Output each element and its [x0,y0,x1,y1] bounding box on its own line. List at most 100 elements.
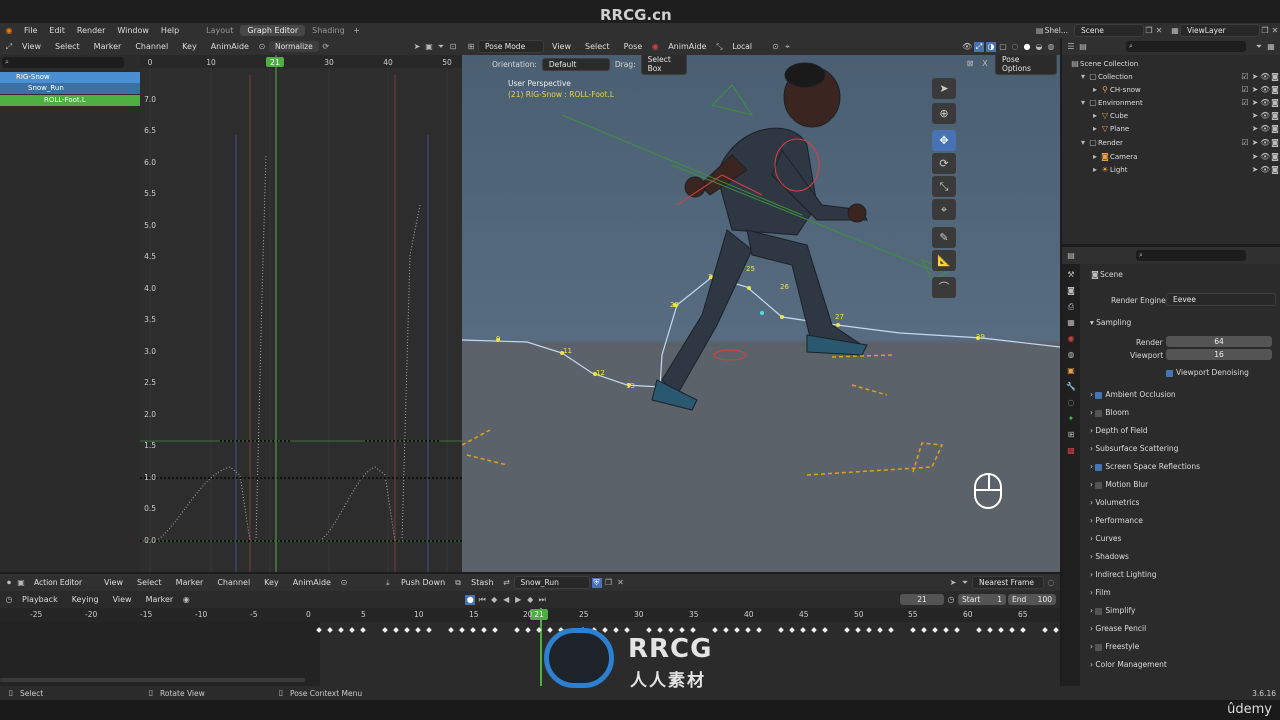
transform-orientation-selector[interactable]: Local [726,41,769,52]
view-layer-selector[interactable]: ViewLayer [1180,24,1260,37]
solid-shading-icon[interactable]: ● [1022,42,1032,52]
pose-tool[interactable]: ⌒ [932,277,956,298]
rendered-shading-icon[interactable]: ◍ [1046,42,1056,52]
keyframe[interactable] [1042,627,1048,633]
keyframe[interactable] [382,627,388,633]
play-icon[interactable]: ▶ [513,595,523,605]
dopesheet-icon[interactable]: ⏺ [4,578,14,588]
checkbox-icon[interactable]: ☑ [1240,72,1250,82]
render-samples-field[interactable]: 64 [1166,336,1272,347]
tab-graph-editor[interactable]: Graph Editor [240,25,306,36]
display-mode-icon[interactable]: ▤ [1078,42,1088,52]
stash-button[interactable]: Stash [465,578,499,587]
graph-key-menu[interactable]: Key [176,42,203,51]
new-view-layer-icon[interactable]: ❐ [1260,26,1270,36]
keyframe[interactable] [888,627,894,633]
keyframe[interactable] [393,627,399,633]
expand-icon[interactable]: ▸ [1090,152,1100,162]
rotate-tool[interactable]: ⟳ [932,153,956,174]
depth-of-field-panel[interactable]: › Depth of Field [1090,426,1148,435]
graph-view-menu[interactable]: View [16,42,47,51]
keyframe[interactable] [987,627,993,633]
keyframe[interactable] [954,627,960,633]
normalize-toggle[interactable]: Normalize [268,41,319,52]
keyframe[interactable] [470,627,476,633]
expand-icon[interactable]: ▸ [1090,124,1100,134]
timeline-area[interactable]: 21 -25 -20 -15 -10 -5 0 5 10 15 20 25 30… [0,608,1060,686]
grease-pencil-panel[interactable]: › Grease Pencil [1090,624,1146,633]
eye-icon[interactable]: 👁 [1260,85,1270,95]
duplicate-icon[interactable]: ❐ [604,578,614,588]
outliner-row[interactable]: ▾ ▢ Render ☑ ➤ 👁 ◙ [1064,136,1280,149]
timeline-editor-icon[interactable]: ◷ [4,595,14,605]
keyframe[interactable] [910,627,916,633]
tweak-tool[interactable]: ➤ [932,78,956,99]
keyframe[interactable] [877,627,883,633]
action-view-menu[interactable]: View [98,578,129,587]
keyframe[interactable] [426,627,432,633]
end-frame-field[interactable]: End 100 [1008,594,1056,605]
modifier-tab-icon[interactable]: 🔧 [1066,382,1076,392]
keyframe[interactable] [459,627,465,633]
blender-logo-icon[interactable]: ◉ [4,26,14,36]
menu-window[interactable]: Window [111,26,155,35]
keyframe[interactable] [349,627,355,633]
physics-tab-icon[interactable]: ◌ [1066,398,1076,408]
outliner-row[interactable]: ▤ Scene Collection [1064,57,1280,70]
select-icon[interactable]: ➤ [1250,124,1260,134]
outliner-row[interactable]: ▸ ◙ Camera ➤ 👁 ◙ [1064,150,1280,163]
view-layer-tab-icon[interactable]: ▦ [1066,318,1076,328]
viewport-select-menu[interactable]: Select [579,42,616,51]
expand-icon[interactable]: ▾ [1078,72,1088,82]
pivot-icon[interactable]: ⊙ [257,42,267,52]
expand-icon[interactable]: ▾ [1078,138,1088,148]
outliner-row[interactable]: ▸ ▽ Cube ➤ 👁 ◙ [1064,109,1280,122]
keyframe[interactable] [1020,627,1026,633]
keyframe[interactable] [448,627,454,633]
eye-icon[interactable]: 👁 [1260,98,1270,108]
gizmo-icon[interactable]: ⤢ [974,41,984,52]
action-select-menu[interactable]: Select [131,578,168,587]
select-icon[interactable]: ➤ [1250,111,1260,121]
shadows-panel[interactable]: › Shadows [1090,552,1129,561]
color-management-panel[interactable]: › Color Management [1090,660,1167,669]
action-channel-menu[interactable]: Channel [211,578,256,587]
mode-selector[interactable]: Pose Mode [478,40,544,53]
jump-end-icon[interactable]: ⏭ [537,595,547,605]
proportional-icon[interactable]: ◌ [1046,578,1056,588]
checkbox[interactable] [1095,643,1103,651]
ambient-occlusion-panel[interactable]: › Ambient Occlusion [1090,390,1176,399]
action-selector[interactable]: Snow_Run [513,576,590,589]
render-tab-icon[interactable]: ◙ [1066,286,1076,296]
graph-animaide-menu[interactable]: AnimAide [205,42,255,51]
select-cursor-icon[interactable]: ➤ [412,42,422,52]
select-icon[interactable]: ➤ [1250,165,1260,175]
push-down-button[interactable]: Push Down [395,578,451,587]
new-collection-icon[interactable]: ▦ [1266,42,1276,52]
playback-menu[interactable]: Playback [16,595,64,604]
fake-user-icon[interactable]: ⛨ [591,577,602,588]
clock-icon[interactable]: ◷ [946,595,956,605]
graph-channel-menu[interactable]: Channel [129,42,174,51]
action-animaide-menu[interactable]: AnimAide [287,578,337,587]
record-icon[interactable]: ● [465,594,476,605]
keyframe[interactable] [998,627,1004,633]
keyframe[interactable] [514,627,520,633]
camera-icon[interactable]: ◙ [1270,124,1280,134]
editor-type-icon[interactable]: ⊞ [466,42,476,52]
eye-icon[interactable]: 👁 [1260,152,1270,162]
curves-panel[interactable]: › Curves [1090,534,1121,543]
expand-icon[interactable]: ▾ [1078,98,1088,108]
material-shading-icon[interactable]: ◒ [1034,42,1044,52]
delete-view-layer-icon[interactable]: ✕ [1270,26,1280,36]
keyframe[interactable] [932,627,938,633]
overlay-icon[interactable]: ◑ [986,41,996,52]
pivot-icon[interactable]: ⊙ [339,578,349,588]
visibility-icon[interactable]: 👁 [962,42,972,52]
camera-icon[interactable]: ◙ [1270,165,1280,175]
menu-help[interactable]: Help [155,26,185,35]
texture-tab-icon[interactable]: ▩ [1066,446,1076,456]
measure-tool[interactable]: 📐 [932,250,956,271]
keyframe[interactable] [800,627,806,633]
keyframe[interactable] [360,627,366,633]
